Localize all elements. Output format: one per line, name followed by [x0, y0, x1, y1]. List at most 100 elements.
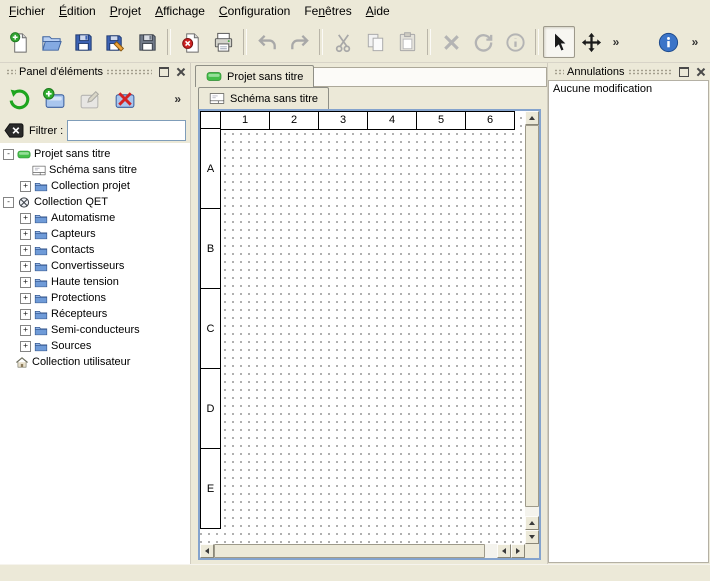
vertical-scroll-track[interactable]: [525, 125, 539, 516]
menu-affichage[interactable]: Affichage: [148, 0, 212, 22]
select-arrow-button[interactable]: [543, 26, 575, 58]
edit-element-icon: [77, 87, 102, 112]
horizontal-scroll-track[interactable]: [214, 544, 497, 558]
row-header-b: B: [200, 208, 221, 289]
schema-tabbar: Schéma sans titre: [196, 87, 547, 109]
move-tool-button[interactable]: [575, 26, 607, 58]
undo-panel-float-button[interactable]: [677, 65, 691, 79]
scrollbar-corner: [525, 544, 539, 558]
expand-icon[interactable]: +: [20, 293, 31, 304]
scroll-up-button-bottom[interactable]: [525, 516, 539, 530]
undo-panel-close-button[interactable]: [693, 65, 707, 79]
undo-button: [251, 26, 283, 58]
info-icon: [504, 31, 527, 54]
close-icon: [176, 67, 185, 77]
menu-edition[interactable]: Édition: [52, 0, 103, 22]
tree-item-label: Capteurs: [51, 228, 96, 240]
undo-list[interactable]: Aucune modification: [548, 80, 709, 563]
scroll-left-button-right[interactable]: [497, 544, 511, 558]
menu-projet[interactable]: Projet: [103, 0, 148, 22]
undo-panel-titlebar[interactable]: Annulations: [548, 63, 710, 80]
print-button[interactable]: [207, 26, 239, 58]
scroll-left-button[interactable]: [200, 544, 214, 558]
menu-configuration[interactable]: Configuration: [212, 0, 297, 22]
delete-button: [435, 26, 467, 58]
vertical-scrollbar[interactable]: [525, 111, 539, 544]
elements-toolbar-overflow-button[interactable]: »: [174, 92, 185, 106]
filter-input[interactable]: [67, 120, 186, 141]
tree-item-sources[interactable]: +Sources: [0, 338, 190, 354]
expand-icon[interactable]: +: [20, 245, 31, 256]
tree-item-contacts[interactable]: +Contacts: [0, 242, 190, 258]
schema-canvas[interactable]: 123456 ABCDE: [200, 111, 525, 544]
tree-item-semi-conducteurs[interactable]: +Semi-conducteurs: [0, 322, 190, 338]
dock-grip: [554, 69, 564, 75]
help-toolbar: »: [652, 26, 707, 58]
undo-empty-text: Aucune modification: [553, 83, 704, 95]
tree-item-automatisme[interactable]: +Automatisme: [0, 210, 190, 226]
tree-item-collection-projet[interactable]: + Collection projet: [0, 178, 190, 194]
reload-button[interactable]: [5, 85, 33, 113]
expand-icon[interactable]: +: [20, 261, 31, 272]
menu-fenetres[interactable]: Fenêtres: [297, 0, 358, 22]
tree-item-capteurs[interactable]: + Capteurs: [0, 226, 190, 242]
schema-view[interactable]: 123456 ABCDE: [198, 109, 541, 560]
toolbar-overflow-button[interactable]: »: [607, 26, 625, 58]
tab-schema[interactable]: Schéma sans titre: [198, 87, 329, 109]
scroll-up-button[interactable]: [525, 111, 539, 125]
collapse-icon[interactable]: -: [3, 197, 14, 208]
elements-panel-float-button[interactable]: [157, 65, 171, 79]
save-as-button[interactable]: [99, 26, 131, 58]
tree-item-recepteurs[interactable]: + Récepteurs: [0, 306, 190, 322]
main-toolbar: » »: [0, 22, 710, 63]
tree-item-label: Récepteurs: [51, 308, 107, 320]
expand-icon[interactable]: +: [20, 181, 31, 192]
elements-panel-titlebar[interactable]: Panel d'éléments: [0, 63, 190, 80]
open-file-button[interactable]: [35, 26, 67, 58]
expand-icon[interactable]: +: [20, 277, 31, 288]
expand-icon[interactable]: +: [20, 325, 31, 336]
collapse-icon[interactable]: -: [3, 149, 14, 160]
toolbar-overflow-button[interactable]: »: [686, 26, 704, 58]
expand-icon[interactable]: +: [20, 229, 31, 240]
expand-icon[interactable]: +: [20, 213, 31, 224]
move-tool-icon: [580, 31, 603, 54]
save-icon: [72, 31, 95, 54]
horizontal-scrollbar[interactable]: [200, 544, 525, 558]
expand-icon[interactable]: +: [20, 341, 31, 352]
menu-aide[interactable]: Aide: [359, 0, 397, 22]
elements-panel-close-button[interactable]: [173, 65, 187, 79]
tree-item-label: Collection projet: [51, 180, 130, 192]
filter-clear-button[interactable]: [4, 122, 25, 139]
delete-element-button[interactable]: [110, 85, 138, 113]
horizontal-scroll-thumb[interactable]: [214, 544, 485, 558]
row-headers: ABCDE: [200, 129, 221, 529]
vertical-scroll-thumb[interactable]: [525, 125, 539, 507]
scroll-right-button[interactable]: [511, 544, 525, 558]
edit-element-button: [75, 85, 103, 113]
tree-item-protections[interactable]: +Protections: [0, 290, 190, 306]
new-file-button[interactable]: [3, 26, 35, 58]
new-element-button[interactable]: [40, 85, 68, 113]
tree-item-projet-sans-titre[interactable]: -Projet sans titre: [0, 146, 190, 162]
close-file-button[interactable]: [175, 26, 207, 58]
cut-icon: [332, 31, 355, 54]
paste-button: [391, 26, 423, 58]
scroll-down-button[interactable]: [525, 530, 539, 544]
tree-item-haute-tension[interactable]: +Haute tension: [0, 274, 190, 290]
tab-project[interactable]: Projet sans titre: [195, 65, 314, 87]
tree-item-collection-utilisateur[interactable]: Collection utilisateur: [0, 354, 190, 370]
save-button[interactable]: [67, 26, 99, 58]
tree-item-label: Collection QET: [34, 196, 108, 208]
elements-panel-title: Panel d'éléments: [19, 66, 103, 78]
save-all-button[interactable]: [131, 26, 163, 58]
help-info-button[interactable]: [652, 26, 684, 58]
redo-icon: [288, 31, 311, 54]
schema-icon: [209, 92, 225, 105]
row-header-a: A: [200, 128, 221, 209]
tree-item-collection-qet[interactable]: - Collection QET: [0, 194, 190, 210]
menu-fichier[interactable]: Fichier: [2, 0, 52, 22]
tree-item-convertisseurs[interactable]: +Convertisseurs: [0, 258, 190, 274]
tree-item-schema-sans-titre[interactable]: Schéma sans titre: [0, 162, 190, 178]
expand-icon[interactable]: +: [20, 309, 31, 320]
